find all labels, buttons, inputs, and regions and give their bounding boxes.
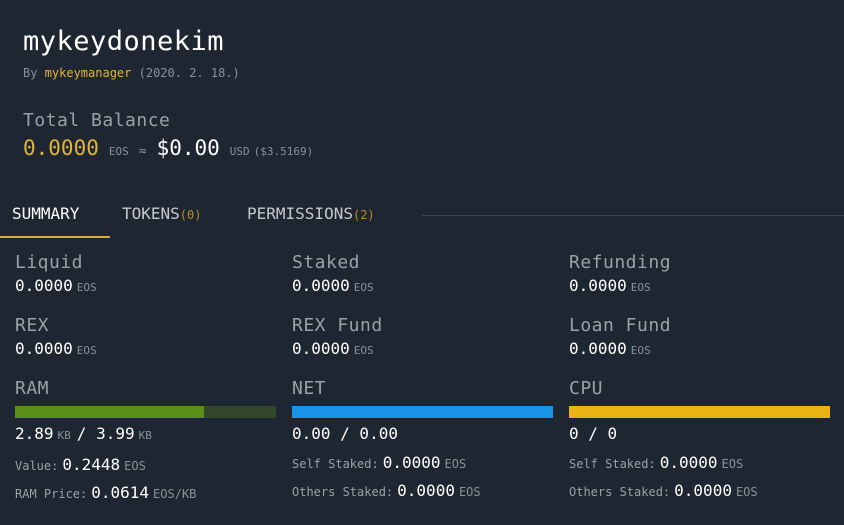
cpu-resource: CPU 0 / 0 Self Staked: 0.0000 EOS Others S… — [569, 378, 831, 500]
net-self-staked-row: Self Staked: 0.0000 EOS — [292, 453, 554, 472]
net-usage-text: 0.00 / 0.00 — [292, 424, 398, 443]
net-self-staked-unit: EOS — [444, 457, 467, 471]
byline-prefix: By — [23, 66, 38, 80]
tab-permissions-label: PERMISSIONS — [247, 204, 353, 223]
balance-eos-value: 0.0000 — [23, 136, 99, 160]
ram-value-unit: EOS — [124, 459, 146, 473]
tab-permissions-count: (2) — [352, 208, 375, 222]
staked-label: Staked — [292, 252, 361, 273]
ram-separator: / — [76, 424, 87, 443]
cpu-label: CPU — [569, 378, 604, 399]
rex-unit: EOS — [76, 344, 97, 357]
loan-fund-unit: EOS — [630, 344, 651, 357]
ram-usage-text: 2.89 KB/ 3.99 KB — [15, 424, 277, 446]
refunding-label: Refunding — [569, 252, 672, 273]
cpu-others-staked-row: Others Staked: 0.0000 EOS — [569, 481, 831, 500]
account-tabs: SUMMARY TOKENS(0) PERMISSIONS(2) — [0, 198, 844, 240]
tab-divider — [422, 215, 844, 216]
ram-price: 0.0614 — [91, 483, 150, 502]
liquid-stat: Liquid 0.0000 EOS — [15, 252, 277, 298]
net-label: NET — [292, 378, 327, 399]
cpu-others-staked-label: Others Staked: — [569, 485, 671, 499]
loan-fund-value-row: 0.0000 EOS — [569, 339, 831, 361]
rex-fund-label: REX Fund — [292, 315, 383, 336]
cpu-self-staked-label: Self Staked: — [569, 457, 656, 471]
ram-usage-fill — [15, 406, 204, 418]
net-self-staked-value: 0.0000 — [382, 453, 441, 472]
liquid-value-row: 0.0000 EOS — [15, 276, 277, 298]
loan-fund-label: Loan Fund — [569, 315, 672, 336]
refunding-stat: Refunding 0.0000 EOS — [569, 252, 831, 298]
rex-value-row: 0.0000 EOS — [15, 339, 277, 361]
account-byline: By mykeymanager (2020. 2. 18.) — [23, 66, 240, 80]
staked-unit: EOS — [353, 281, 374, 294]
rex-fund-value-row: 0.0000 EOS — [292, 339, 554, 361]
ram-value: 0.2448 — [62, 455, 121, 474]
ram-resource: RAM 2.89 KB/ 3.99 KB Value: 0.2448 EOS RAM P… — [15, 378, 277, 502]
net-others-staked-unit: EOS — [458, 485, 481, 499]
cpu-usage-fill — [569, 406, 830, 418]
refunding-unit: EOS — [630, 281, 651, 294]
liquid-label: Liquid — [15, 252, 84, 273]
net-others-staked-value: 0.0000 — [397, 481, 455, 500]
cpu-self-staked-row: Self Staked: 0.0000 EOS — [569, 453, 831, 472]
ram-usage-bar — [15, 406, 276, 418]
liquid-value: 0.0000 — [15, 276, 73, 295]
ram-price-label: RAM Price: — [15, 487, 88, 501]
net-resource: NET 0.00 / 0.00 Self Staked: 0.0000 EOS Ot… — [292, 378, 554, 500]
cpu-usage-bar — [569, 406, 830, 418]
ram-price-row: RAM Price: 0.0614 EOS/KB — [15, 483, 277, 502]
tab-summary-label: SUMMARY — [12, 204, 80, 223]
ram-value-label: Value: — [15, 459, 59, 473]
ram-price-unit: EOS/KB — [153, 487, 197, 501]
ram-total-unit: KB — [138, 429, 152, 442]
account-name: mykeydonekim — [23, 26, 225, 57]
net-others-staked-row: Others Staked: 0.0000 EOS — [292, 481, 554, 500]
rex-fund-stat: REX Fund 0.0000 EOS — [292, 315, 554, 361]
owner-link[interactable]: mykeymanager — [45, 66, 132, 80]
rex-stat: REX 0.0000 EOS — [15, 315, 277, 361]
ram-value-row: Value: 0.2448 EOS — [15, 455, 277, 474]
tab-permissions[interactable]: PERMISSIONS(2) — [247, 204, 375, 223]
cpu-usage-text: 0 / 0 — [569, 424, 618, 443]
balance-eos-unit: EOS — [108, 145, 129, 158]
ram-total: 3.99 — [96, 424, 135, 443]
net-self-staked-label: Self Staked: — [292, 457, 379, 471]
net-others-staked-label: Others Staked: — [292, 485, 394, 499]
rex-fund-value: 0.0000 — [292, 339, 350, 358]
tab-tokens-count: (0) — [179, 208, 202, 222]
loan-fund-value: 0.0000 — [569, 339, 627, 358]
staked-value: 0.0000 — [292, 276, 350, 295]
rex-fund-unit: EOS — [353, 344, 374, 357]
liquid-unit: EOS — [76, 281, 97, 294]
creation-date: (2020. 2. 18.) — [138, 66, 240, 80]
balance-usd-unit: USD — [229, 145, 250, 158]
net-usage-bar — [292, 406, 553, 418]
ram-label: RAM — [15, 378, 50, 399]
ram-used-unit: KB — [57, 429, 71, 442]
staked-value-row: 0.0000 EOS — [292, 276, 554, 298]
active-tab-indicator — [0, 236, 110, 238]
tab-tokens-label: TOKENS — [122, 204, 180, 223]
refunding-value: 0.0000 — [569, 276, 627, 295]
approx-symbol: ≈ — [138, 144, 147, 159]
cpu-self-staked-value: 0.0000 — [659, 453, 718, 472]
ram-used: 2.89 — [15, 424, 54, 443]
rex-label: REX — [15, 315, 50, 336]
cpu-self-staked-unit: EOS — [721, 457, 744, 471]
total-balance-label: Total Balance — [23, 110, 171, 131]
balance-usd-value: $0.00 — [156, 136, 220, 160]
cpu-others-staked-unit: EOS — [735, 485, 758, 499]
loan-fund-stat: Loan Fund 0.0000 EOS — [569, 315, 831, 361]
staked-stat: Staked 0.0000 EOS — [292, 252, 554, 298]
cpu-others-staked-value: 0.0000 — [674, 481, 732, 500]
tab-summary[interactable]: SUMMARY — [12, 204, 79, 223]
total-balance: 0.0000 EOS ≈ $0.00 USD ($3.5169) — [23, 136, 313, 160]
net-usage-fill — [292, 406, 553, 418]
tab-tokens[interactable]: TOKENS(0) — [122, 204, 201, 223]
rex-value: 0.0000 — [15, 339, 73, 358]
refunding-value-row: 0.0000 EOS — [569, 276, 831, 298]
eos-usd-rate: ($3.5169) — [253, 145, 314, 158]
